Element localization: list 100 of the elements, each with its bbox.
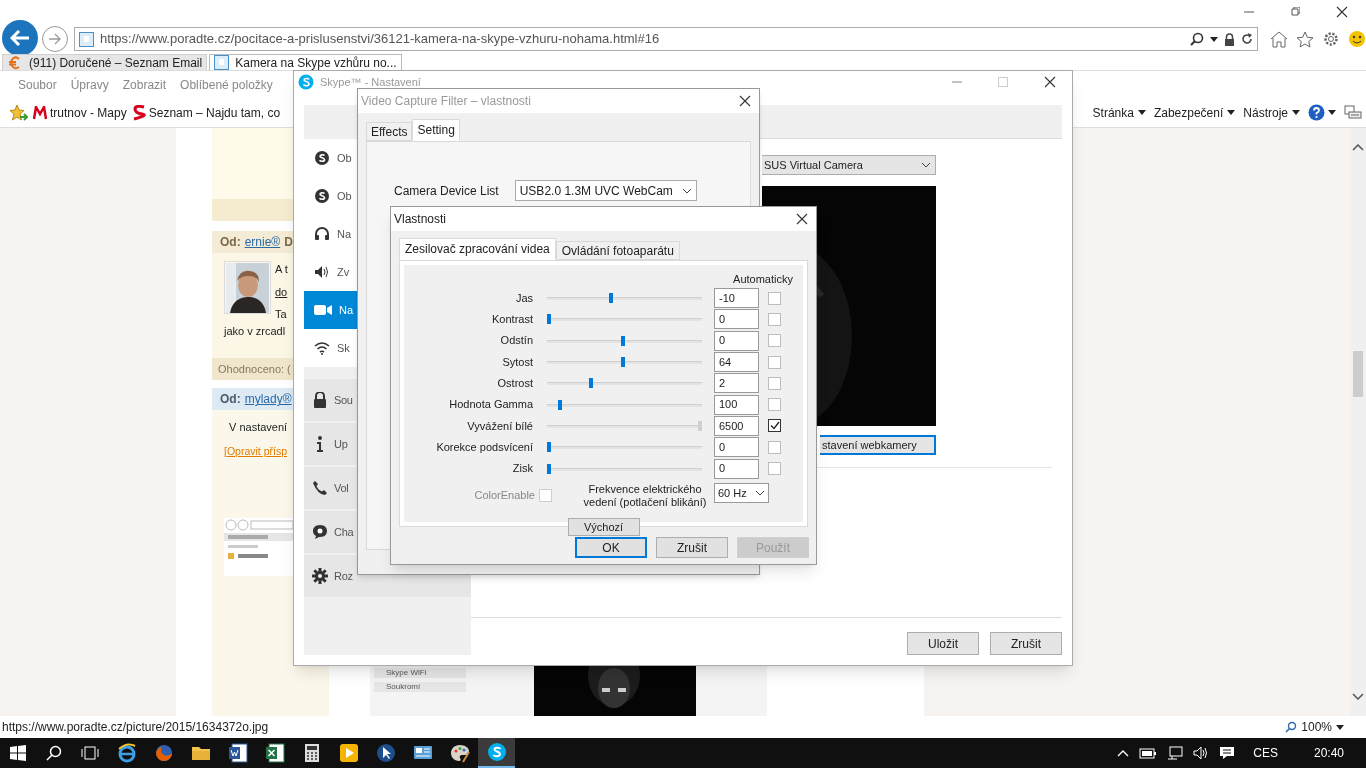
checkbox[interactable]: [768, 440, 781, 454]
task-view-icon[interactable]: [81, 746, 99, 760]
dialog-button[interactable]: OK: [575, 537, 647, 558]
skype-icon[interactable]: [486, 742, 507, 762]
frequency-dropdown[interactable]: 60 Hz: [714, 483, 769, 504]
post-link[interactable]: do: [275, 283, 288, 301]
slider-track[interactable]: [547, 442, 702, 453]
dialog-button[interactable]: Zrušit: [656, 537, 728, 558]
slider-track[interactable]: [547, 378, 702, 389]
language-indicator[interactable]: CES: [1253, 744, 1278, 762]
author-link[interactable]: mylady®: [244, 390, 292, 409]
slider-thumb[interactable]: [589, 378, 594, 389]
command-menu-button[interactable]: Stránka: [1092, 103, 1146, 122]
dialog-button[interactable]: Zrušit: [990, 632, 1062, 655]
search-icon[interactable]: [46, 745, 62, 761]
star-icon[interactable]: [1296, 30, 1314, 48]
slider-track[interactable]: [547, 420, 702, 431]
value-field[interactable]: 0: [714, 330, 759, 351]
palette-icon[interactable]: [449, 743, 470, 763]
menu-item[interactable]: Oblíbené položky: [180, 75, 273, 94]
slider-thumb[interactable]: [547, 442, 551, 453]
value-field[interactable]: 0: [714, 458, 759, 479]
command-menu-button[interactable]: Nástroje: [1243, 103, 1300, 122]
star-plus-icon[interactable]: [8, 103, 28, 122]
slider-thumb[interactable]: [547, 463, 551, 474]
address-bar[interactable]: https://www.poradte.cz/pocitace-a-prislusenstvi/36121-kamera-na-skype-vzhuru-nohama.html#16: [73, 27, 1258, 51]
restore-icon[interactable]: [1290, 7, 1300, 17]
back-button[interactable]: [2, 20, 38, 56]
value-field[interactable]: 2: [714, 373, 759, 394]
network-icon[interactable]: [1167, 746, 1184, 760]
smiley-icon[interactable]: [1348, 30, 1366, 48]
slider-track[interactable]: [547, 399, 702, 410]
checkbox[interactable]: [768, 462, 781, 475]
dialog-tab[interactable]: Effects: [366, 122, 413, 141]
favorite-link[interactable]: Seznam – Najdu tam, co: [131, 103, 281, 122]
refresh-icon[interactable]: [1241, 33, 1253, 45]
author-link[interactable]: ernie®: [244, 233, 281, 252]
value-field[interactable]: 0: [714, 437, 759, 458]
scrollbar-thumb[interactable]: [1353, 351, 1363, 397]
slider-thumb[interactable]: [621, 357, 625, 368]
slider-track[interactable]: [547, 357, 702, 368]
value-field[interactable]: 64: [714, 352, 759, 373]
close-icon[interactable]: [739, 95, 751, 107]
checkbox[interactable]: [768, 312, 781, 326]
arrow-cursor-icon[interactable]: [375, 743, 396, 763]
slider-track[interactable]: [547, 314, 702, 325]
search-icon[interactable]: [1190, 32, 1204, 46]
close-icon[interactable]: [796, 213, 808, 225]
slider-thumb[interactable]: [547, 314, 551, 325]
clock[interactable]: 20:40: [1313, 744, 1344, 762]
close-icon[interactable]: [1336, 6, 1348, 18]
slider-thumb[interactable]: [621, 335, 625, 346]
home-icon[interactable]: [1270, 30, 1288, 48]
menu-item[interactable]: Zobrazit: [122, 75, 167, 94]
monitor-card-icon[interactable]: [412, 744, 433, 762]
slider-track[interactable]: [547, 335, 702, 346]
calculator-icon[interactable]: [303, 743, 320, 763]
checkbox[interactable]: [768, 376, 781, 390]
windows-start-icon[interactable]: [10, 745, 26, 761]
checkbox[interactable]: [768, 291, 781, 305]
checkbox[interactable]: [768, 398, 781, 412]
device-dropdown[interactable]: USB2.0 1.3M UVC WebCam: [514, 180, 697, 201]
browser-e-icon[interactable]: [116, 743, 137, 763]
slider-track[interactable]: [547, 463, 702, 474]
battery-icon[interactable]: [1139, 747, 1158, 759]
checkbox[interactable]: [768, 334, 781, 348]
close-icon[interactable]: [1044, 76, 1056, 88]
document-w-icon[interactable]: [227, 743, 248, 763]
value-field[interactable]: 0: [714, 309, 759, 330]
value-field[interactable]: -10: [714, 288, 759, 309]
menu-item[interactable]: Úpravy: [70, 75, 109, 94]
play-icon[interactable]: [338, 743, 359, 763]
help-button[interactable]: [1308, 104, 1336, 121]
slider-thumb[interactable]: [557, 399, 562, 410]
fox-globe-icon[interactable]: [153, 743, 174, 763]
dialog-tab[interactable]: Zesilovač zpracování videa: [399, 238, 556, 260]
slider-thumb[interactable]: [608, 293, 613, 304]
folder-icon[interactable]: [190, 744, 211, 762]
chevron-up-icon[interactable]: [1117, 749, 1130, 757]
dialog-tab[interactable]: Setting: [412, 119, 460, 141]
value-field[interactable]: 100: [714, 394, 759, 415]
menu-item[interactable]: Soubor: [18, 75, 57, 94]
slider-track[interactable]: [547, 293, 702, 304]
scroll-up-icon[interactable]: [1352, 144, 1364, 151]
zoom-control[interactable]: 100%: [1285, 718, 1344, 736]
webcam-settings-button[interactable]: stavení webkamery: [820, 435, 936, 455]
print-page-icon[interactable]: [1344, 104, 1362, 121]
dialog-tab[interactable]: Ovládání fotoaparátu: [555, 241, 680, 260]
command-menu-button[interactable]: Zabezpečení: [1153, 103, 1236, 122]
browser-tab[interactable]: Kamera na Skype vzhůru no...: [209, 54, 402, 70]
browser-tab[interactable]: (911) Doručené – Seznam Email: [2, 54, 208, 70]
dialog-button[interactable]: Uložit: [907, 632, 979, 655]
favorite-link[interactable]: trutnov - Mapy: [33, 103, 127, 122]
lock-icon[interactable]: [1224, 32, 1235, 46]
scroll-down-icon[interactable]: [1352, 693, 1364, 700]
checkbox[interactable]: [768, 355, 781, 369]
speaker-icon[interactable]: [1193, 746, 1210, 760]
default-button[interactable]: Výchozí: [567, 518, 640, 537]
spreadsheet-x-icon[interactable]: [264, 743, 285, 763]
notification-icon[interactable]: [1219, 746, 1236, 760]
